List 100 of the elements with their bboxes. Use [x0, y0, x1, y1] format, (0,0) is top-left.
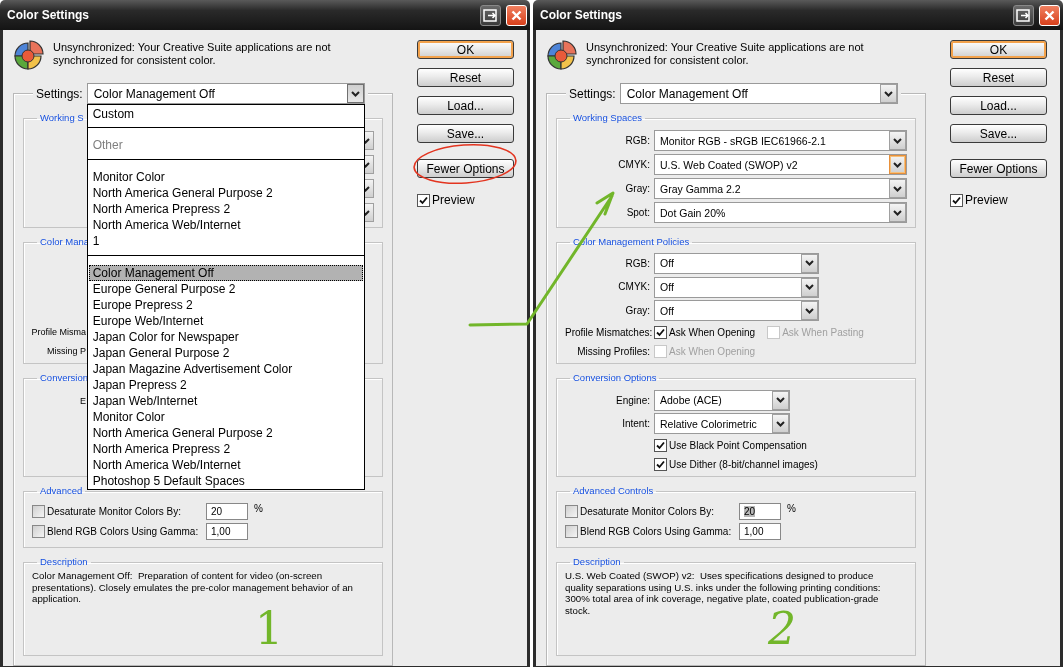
dropdown[interactable]: Off [654, 276, 819, 298]
color-wheel-icon [13, 40, 44, 71]
close-button[interactable] [506, 4, 527, 26]
text-field[interactable]: 20 [739, 503, 781, 520]
field-value: 20 [744, 506, 756, 517]
color-wheel-icon [546, 40, 577, 71]
dropdown[interactable]: Off [654, 300, 819, 322]
field-label: Gray: [624, 305, 650, 317]
unit-label: % [787, 503, 796, 514]
field-label: Intent: [621, 418, 650, 430]
dropdown[interactable]: Gray Gamma 2.2 [654, 178, 907, 199]
list-item[interactable]: Japan Web/Internet [88, 393, 363, 409]
dialog-button[interactable]: Save... [950, 124, 1047, 143]
list-item[interactable]: North America Web/Internet [88, 457, 363, 473]
handwritten-number: 1 [255, 610, 283, 648]
section-title: Working Spaces [573, 112, 642, 123]
chevron-icon [883, 90, 893, 97]
list-item[interactable]: Monitor Color [88, 169, 363, 185]
chevron-icon [805, 260, 814, 267]
list-item[interactable]: Japan Color for Newspaper [88, 329, 363, 345]
section-title: Conversion Options [573, 372, 657, 383]
dropdown[interactable]: Dot Gain 20% [654, 202, 907, 223]
dialog-button[interactable]: Reset [417, 68, 514, 87]
dropdown[interactable]: U.S. Web Coated (SWOP) v2 [654, 154, 907, 175]
dialog-button[interactable]: Fewer Options [950, 159, 1047, 178]
checkbox-label: Preview [965, 193, 1008, 207]
message-text: Unsynchronized: Your Creative Suite applications are not synchronized for consistent color. [53, 41, 332, 67]
settings-dropdown[interactable]: Color Management Off [619, 83, 898, 104]
settings-label: Settings: [36, 86, 83, 101]
field-label: CMYK: [617, 281, 650, 293]
list-item[interactable]: Japan Prepress 2 [88, 377, 363, 393]
dialog-button[interactable]: Save... [417, 124, 514, 143]
dropdown[interactable]: Monitor RGB - sRGB IEC61966-2.1 [654, 130, 907, 151]
field-value: 1,00 [744, 526, 764, 537]
section-title: Conversion [40, 372, 89, 383]
chevron-icon [893, 161, 902, 168]
dialog-button[interactable]: OK [417, 40, 514, 59]
settings-dropdown[interactable]: Color Management Off [86, 83, 365, 104]
checkbox[interactable] [565, 505, 578, 518]
checkbox[interactable] [565, 525, 578, 538]
list-item[interactable]: North America Prepress 2 [88, 441, 363, 457]
list-item[interactable]: 1 [88, 233, 363, 249]
checkbox[interactable] [32, 505, 45, 518]
dialog-button[interactable]: Load... [950, 96, 1047, 115]
chevron-icon [776, 397, 785, 404]
chevron-icon [350, 90, 360, 97]
dialog-button[interactable]: Fewer Options [417, 159, 514, 178]
checkbox-label: Desaturate Monitor Colors By: [580, 506, 715, 517]
list-item[interactable]: Japan Magazine Advertisement Color [88, 361, 363, 377]
close-icon [1044, 9, 1055, 21]
list-item[interactable]: Europe General Purpose 2 [88, 281, 363, 297]
chevron-icon [776, 420, 785, 427]
field-label: Profile Mismatches: [565, 326, 650, 338]
field-label: RGB: [624, 257, 650, 269]
dropdown-button[interactable] [346, 84, 364, 103]
list-item[interactable]: North America General Purpose 2 [88, 425, 363, 441]
checkbox[interactable] [654, 325, 667, 339]
checkbox[interactable] [654, 457, 667, 471]
checkbox[interactable] [654, 438, 667, 452]
section-title: Working S [40, 112, 84, 123]
chevron-icon [805, 307, 814, 314]
dropdown-button[interactable] [879, 84, 897, 103]
list-item[interactable]: Europe Web/Internet [88, 313, 363, 329]
text-field[interactable]: 1,00 [206, 523, 248, 540]
dropdown[interactable]: Relative Colorimetric [654, 413, 790, 435]
field-label: Missing P [47, 346, 86, 356]
close-button[interactable] [1039, 4, 1060, 26]
chevron-icon [893, 209, 902, 216]
unit-label: % [254, 503, 263, 514]
close-icon [511, 9, 522, 21]
checkbox-label: Blend RGB Colors Using Gamma: [580, 526, 733, 537]
dropdown[interactable]: Off [654, 252, 819, 274]
list-item[interactable]: North America General Purpose 2 [88, 185, 363, 201]
restore-button[interactable] [1013, 4, 1034, 26]
list-item[interactable]: North America Web/Internet [88, 217, 363, 233]
section-title: Advanced Controls [573, 485, 654, 496]
checkbox[interactable] [950, 193, 963, 207]
checkbox[interactable] [417, 193, 430, 207]
list-item[interactable]: Custom [88, 106, 363, 122]
checkbox-label: Use Dither (8-bit/channel images) [669, 458, 818, 470]
dialog-button[interactable]: Reset [950, 68, 1047, 87]
list-item[interactable]: Europe Prepress 2 [88, 297, 363, 313]
list-item[interactable]: North America Prepress 2 [88, 201, 363, 217]
text-field[interactable]: 1,00 [739, 523, 781, 540]
list-item[interactable]: Japan General Purpose 2 [88, 345, 363, 361]
dialog-button[interactable]: OK [950, 40, 1047, 59]
settings-label: Settings: [569, 86, 616, 101]
checkbox[interactable] [32, 525, 45, 538]
text-field[interactable]: 20 [206, 503, 248, 520]
chevron-icon [893, 137, 902, 144]
list-item[interactable]: Color Management Off [88, 265, 363, 281]
dialog-button[interactable]: Load... [417, 96, 514, 115]
description-text: Color Management Off: Preparation of content for video (on-screen presentations). Closely emulates the pre-color management behavior of an application. [32, 569, 354, 605]
dropdown[interactable]: Adobe (ACE) [654, 389, 790, 411]
list-item[interactable]: Monitor Color [88, 409, 363, 425]
list-item[interactable]: Photoshop 5 Default Spaces [88, 473, 363, 489]
restore-button[interactable] [480, 4, 501, 26]
checkbox-label: Desaturate Monitor Colors By: [47, 506, 182, 517]
chevron-icon [805, 284, 814, 290]
field-label: Spot: [625, 207, 650, 218]
